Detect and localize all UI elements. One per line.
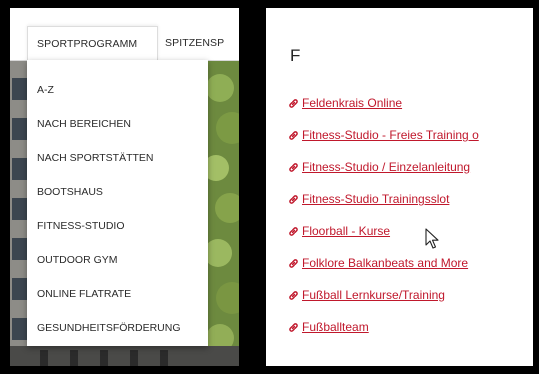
sportprogramm-dropdown-menu: A-Z NACH BEREICHEN NACH SPORTSTÄTTEN BOO… — [27, 60, 208, 346]
link-icon — [289, 226, 298, 236]
menu-item-bootshaus[interactable]: BOOTSHAUS — [37, 185, 103, 199]
link-label[interactable]: Fitness-Studio / Einzelanleitung — [302, 159, 470, 175]
link-label[interactable]: Folklore Balkanbeats and More — [302, 255, 468, 271]
link-icon — [289, 258, 298, 268]
course-link-fussballteam[interactable]: Fußballteam — [288, 318, 369, 336]
menu-item-nach-sportstaetten[interactable]: NACH SPORTSTÄTTEN — [37, 151, 153, 165]
course-link-fitness-studio-freies-training[interactable]: Fitness-Studio - Freies Training o — [288, 126, 479, 144]
course-link-folklore-balkanbeats[interactable]: Folklore Balkanbeats and More — [288, 254, 468, 272]
link-icon — [289, 162, 298, 172]
course-link-floorball-kurse[interactable]: Floorball - Kurse — [288, 222, 390, 240]
link-icon — [289, 130, 298, 140]
course-link-feldenkrais-online[interactable]: Feldenkrais Online — [288, 94, 402, 112]
link-icon — [289, 290, 298, 300]
screenshot-stage: SPORTPROGRAMM SPITZENSP A-Z NACH BEREICH… — [0, 0, 539, 374]
link-label[interactable]: Fitness-Studio Trainingsslot — [302, 191, 449, 207]
link-icon — [289, 98, 298, 108]
menu-item-a-z[interactable]: A-Z — [37, 83, 54, 97]
az-list-panel: F Feldenkrais Online Fitness-Studio - Fr… — [266, 8, 533, 366]
menu-item-online-flatrate[interactable]: ONLINE FLATRATE — [37, 287, 131, 301]
menu-item-fitness-studio[interactable]: FITNESS-STUDIO — [37, 219, 125, 233]
tab-spitzensport[interactable]: SPITZENSP — [165, 26, 239, 60]
navigation-panel: SPORTPROGRAMM SPITZENSP A-Z NACH BEREICH… — [10, 8, 239, 366]
mouse-pointer-icon — [425, 228, 439, 249]
tab-sportprogramm[interactable]: SPORTPROGRAMM — [27, 26, 158, 60]
link-icon — [289, 322, 298, 332]
course-link-fussball-lernkurse[interactable]: Fußball Lernkurse/Training — [288, 286, 445, 304]
link-icon — [289, 194, 298, 204]
course-link-fitness-studio-trainingsslot[interactable]: Fitness-Studio Trainingsslot — [288, 190, 449, 208]
link-label[interactable]: Fitness-Studio - Freies Training o — [302, 127, 479, 143]
letter-heading: F — [290, 46, 301, 65]
menu-item-gesundheitsfoerderung[interactable]: GESUNDHEITSFÖRDERUNG — [37, 321, 181, 335]
menu-item-nach-bereichen[interactable]: NACH BEREICHEN — [37, 117, 131, 131]
link-label[interactable]: Floorball - Kurse — [302, 223, 390, 239]
course-link-fitness-studio-einzelanleitung[interactable]: Fitness-Studio / Einzelanleitung — [288, 158, 470, 176]
menu-item-outdoor-gym[interactable]: OUTDOOR GYM — [37, 253, 118, 267]
link-label[interactable]: Fußballteam — [302, 319, 369, 335]
link-label[interactable]: Fußball Lernkurse/Training — [302, 287, 445, 303]
link-label[interactable]: Feldenkrais Online — [302, 95, 402, 111]
